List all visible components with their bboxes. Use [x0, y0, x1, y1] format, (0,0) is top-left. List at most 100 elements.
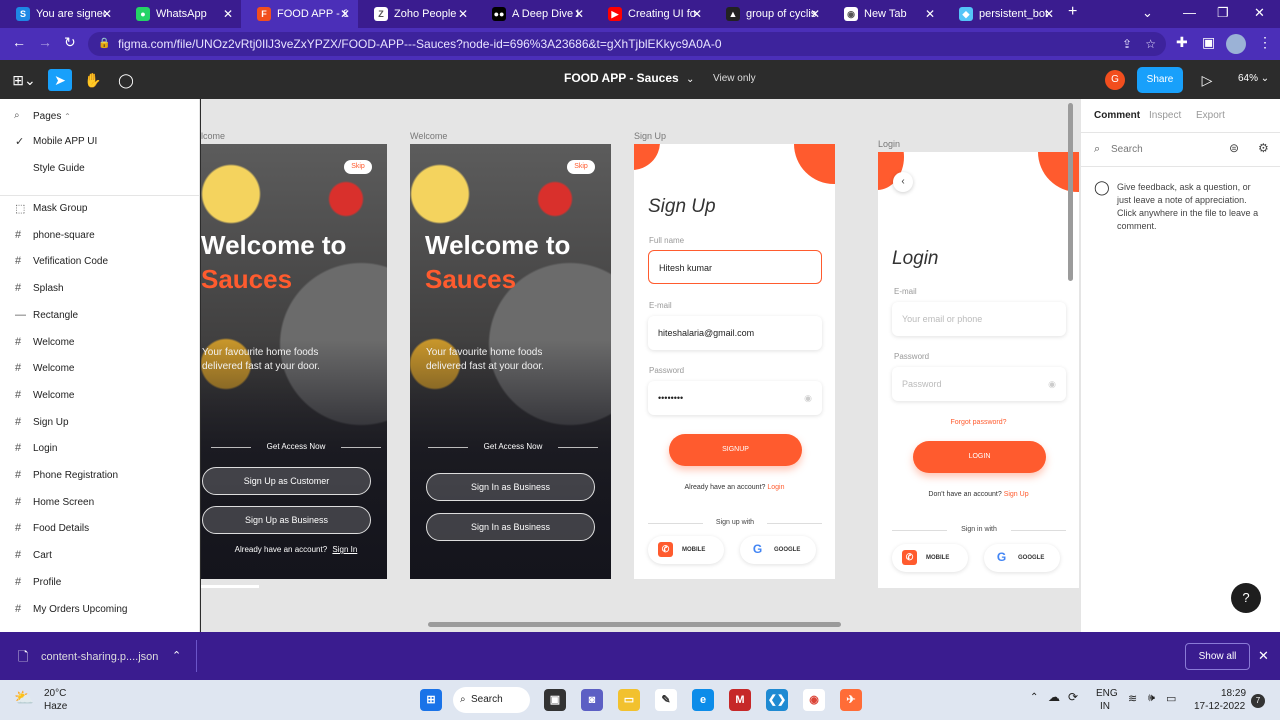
- email-field[interactable]: Your email or phone: [892, 302, 1066, 336]
- eye-icon[interactable]: ◉: [804, 381, 812, 415]
- chevron-up-icon[interactable]: ⌃: [172, 649, 181, 662]
- frame-title[interactable]: lcome: [201, 131, 225, 141]
- layer-item[interactable]: # Welcome: [0, 359, 199, 379]
- password-field[interactable]: Password ◉: [892, 367, 1066, 401]
- filter-icon[interactable]: ⊜: [1229, 141, 1239, 155]
- close-tab-icon[interactable]: ✕: [574, 7, 584, 21]
- layer-item[interactable]: # Welcome: [0, 333, 199, 353]
- layer-item[interactable]: # Home Screen: [0, 493, 199, 513]
- postman-icon[interactable]: ✈: [840, 689, 862, 711]
- cloud-icon[interactable]: ☁: [1048, 690, 1060, 704]
- signup-customer-button[interactable]: Sign Up as Customer: [202, 467, 371, 495]
- extensions-icon[interactable]: ✚: [1176, 34, 1188, 51]
- chevron-up-icon[interactable]: ⌃: [1030, 692, 1038, 703]
- welcome-frame-1[interactable]: Skip Welcome to Sauces Your favourite ho…: [201, 144, 387, 579]
- volume-icon[interactable]: 🕪: [1148, 692, 1155, 705]
- browser-tab[interactable]: ▶ Creating UI fo ✕: [592, 0, 710, 28]
- edge-icon[interactable]: e: [692, 689, 714, 711]
- notification-badge[interactable]: 7: [1251, 694, 1265, 708]
- browser-tab[interactable]: ● WhatsApp ✕: [120, 0, 241, 28]
- reload-icon[interactable]: ↻: [64, 34, 76, 51]
- chrome-icon[interactable]: ◉: [803, 689, 825, 711]
- horizontal-scrollbar[interactable]: [428, 622, 841, 627]
- zoom-dropdown[interactable]: 64% ⌄: [1238, 73, 1269, 84]
- browser-tab[interactable]: ◆ persistent_bot ✕: [943, 0, 1062, 28]
- browser-tab[interactable]: Z Zoho People ✕: [358, 0, 476, 28]
- mcafee-icon[interactable]: M: [729, 689, 751, 711]
- sync-icon[interactable]: ⟳: [1068, 690, 1078, 704]
- close-tab-icon[interactable]: ✕: [1044, 7, 1054, 21]
- forgot-password-link[interactable]: Forgot password?: [878, 419, 1079, 426]
- comment-search-input[interactable]: Search: [1111, 144, 1143, 155]
- weather-icon[interactable]: ⛅: [14, 688, 34, 708]
- browser-tab[interactable]: ●● A Deep Dive I ✕: [476, 0, 592, 28]
- url-field[interactable]: 🔒 figma.com/file/UNOz2vRtj0IlJ3veZxYPZX/…: [88, 32, 1166, 56]
- clock-time[interactable]: 18:29: [1221, 688, 1246, 699]
- show-all-button[interactable]: Show all: [1185, 643, 1250, 670]
- minimize-icon[interactable]: —: [1183, 5, 1196, 20]
- side-panel-icon[interactable]: ▣: [1202, 34, 1215, 51]
- layer-item[interactable]: — Rectangle: [0, 306, 199, 326]
- frame-title[interactable]: Sign Up: [634, 131, 666, 141]
- layer-item[interactable]: # Vefification Code: [0, 252, 199, 272]
- google-signup-button[interactable]: G GOOGLE: [740, 536, 816, 564]
- skip-button[interactable]: Skip: [567, 160, 595, 174]
- vertical-scrollbar[interactable]: [1068, 103, 1073, 281]
- search-layers-icon[interactable]: ⌕: [14, 110, 20, 121]
- vscode-icon[interactable]: ❮❯: [766, 689, 788, 711]
- new-tab-button[interactable]: +: [1068, 3, 1077, 21]
- layer-item[interactable]: # Sign Up: [0, 413, 199, 433]
- page-item[interactable]: Style Guide: [0, 159, 199, 179]
- layer-item[interactable]: # phone-square: [0, 226, 199, 246]
- layer-item[interactable]: # Profile: [0, 573, 199, 593]
- signin-business-button-2[interactable]: Sign In as Business: [426, 513, 595, 541]
- download-file-name[interactable]: content-sharing.p....json: [41, 651, 158, 663]
- hand-tool-icon[interactable]: ✋: [82, 69, 104, 91]
- skip-button[interactable]: Skip: [344, 160, 372, 174]
- help-button[interactable]: ?: [1231, 583, 1261, 613]
- login-button[interactable]: LOGIN: [913, 441, 1046, 473]
- layer-item[interactable]: # My Orders Upcoming: [0, 600, 199, 620]
- forward-icon[interactable]: →: [38, 34, 52, 50]
- tab-comment[interactable]: Comment: [1094, 110, 1140, 121]
- close-tab-icon[interactable]: ✕: [925, 7, 935, 21]
- sliders-icon[interactable]: ⚙: [1258, 141, 1269, 155]
- tab-inspect[interactable]: Inspect: [1149, 110, 1181, 121]
- layer-item[interactable]: # Phone Registration: [0, 466, 199, 486]
- frame-title[interactable]: Welcome: [410, 131, 447, 141]
- login-link[interactable]: Login: [767, 484, 784, 491]
- signin-business-button[interactable]: Sign In as Business: [426, 473, 595, 501]
- wifi-icon[interactable]: ≋: [1128, 692, 1137, 705]
- mobile-signup-button[interactable]: ✆ MOBILE: [648, 536, 724, 564]
- close-tab-icon[interactable]: ✕: [458, 7, 468, 21]
- close-tab-icon[interactable]: ✕: [340, 7, 350, 21]
- app-icon[interactable]: ✎: [655, 689, 677, 711]
- battery-icon[interactable]: ▭: [1166, 692, 1176, 705]
- browser-tab[interactable]: ▲ group of cyclis ✕: [710, 0, 828, 28]
- profile-avatar[interactable]: [1226, 34, 1246, 54]
- signup-frame[interactable]: Sign Up Full name Hitesh kumar E-mail hi…: [634, 144, 835, 579]
- layer-item[interactable]: # Cart: [0, 546, 199, 566]
- signup-link[interactable]: Sign Up: [1004, 491, 1029, 498]
- windows-start-icon[interactable]: ⊞: [420, 689, 442, 711]
- close-icon[interactable]: ✕: [1258, 648, 1269, 664]
- login-frame[interactable]: ‹ Login E-mail Your email or phone Passw…: [878, 152, 1079, 588]
- bookmark-star-icon[interactable]: ☆: [1145, 32, 1156, 56]
- fullname-field[interactable]: Hitesh kumar: [648, 250, 822, 284]
- taskbar-search[interactable]: ⌕ Search: [453, 687, 530, 713]
- eye-icon[interactable]: ◉: [1048, 367, 1056, 401]
- share-button[interactable]: Share: [1137, 67, 1183, 93]
- close-tab-icon[interactable]: ✕: [223, 7, 233, 21]
- teams-chat-icon[interactable]: ◙: [581, 689, 603, 711]
- figma-main-menu-icon[interactable]: ⊞⌄: [10, 69, 38, 91]
- page-item[interactable]: ✓ Mobile APP UI: [0, 132, 199, 152]
- layer-item[interactable]: # Splash: [0, 279, 199, 299]
- design-canvas[interactable]: lcome Skip Welcome to Sauces Your favour…: [201, 99, 1080, 632]
- task-view-icon[interactable]: ▣: [544, 689, 566, 711]
- comment-tool-icon[interactable]: ◯: [115, 69, 137, 91]
- browser-tab[interactable]: F FOOD APP - S ✕: [241, 0, 358, 28]
- layer-item[interactable]: # Welcome: [0, 386, 199, 406]
- layer-item[interactable]: # Food Details: [0, 519, 199, 539]
- pages-header[interactable]: Pages ⌃: [33, 111, 71, 122]
- tab-search-chevron-icon[interactable]: ⌄: [1142, 5, 1153, 21]
